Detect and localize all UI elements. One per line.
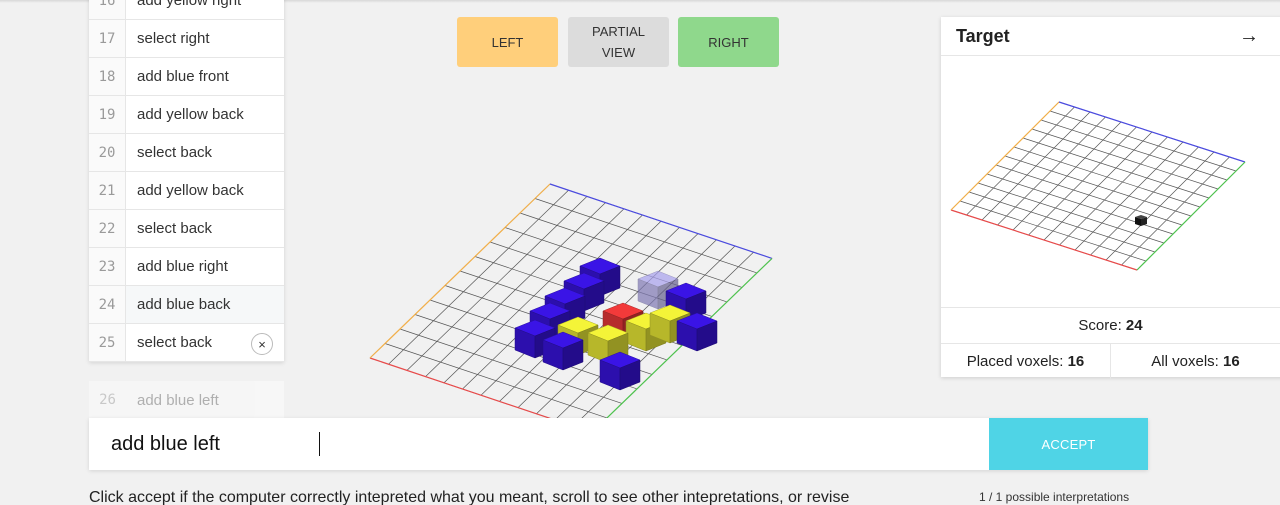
delete-icon[interactable]: × xyxy=(251,333,273,355)
grid-edge xyxy=(1058,101,1246,163)
history-item[interactable]: 24 add blue back xyxy=(89,286,284,324)
history-number: 20 xyxy=(89,134,126,171)
score-label: Score: xyxy=(1078,317,1122,334)
target-panel: Target → Score: 24 Placed voxels: 16 All… xyxy=(941,17,1280,379)
pending-history-item: 26 add blue left xyxy=(89,381,284,419)
history-text: select back xyxy=(137,220,213,237)
interpretations-count: 1 / 1 possible interpretations xyxy=(979,490,1130,504)
left-view-button[interactable]: LEFT xyxy=(457,17,558,67)
history-text: select back xyxy=(137,334,213,351)
history-number: 22 xyxy=(89,210,126,247)
history-item[interactable]: 20 select back xyxy=(89,134,284,172)
history-text: select back xyxy=(137,144,213,161)
accept-label: ACCEPT xyxy=(1041,436,1096,452)
history-text: add yellow back xyxy=(137,106,244,123)
history-item[interactable]: 18 add blue front xyxy=(89,58,284,96)
history-number: 23 xyxy=(89,248,126,285)
history-number: 18 xyxy=(89,58,126,95)
history-item[interactable]: 23 add blue right xyxy=(89,248,284,286)
grid-line xyxy=(1031,128,1219,190)
history-number: 16 xyxy=(89,0,126,19)
all-label: All voxels: xyxy=(1151,353,1219,370)
voxel-scene[interactable] xyxy=(360,170,870,420)
placed-label: Placed voxels: xyxy=(966,353,1064,370)
history-number: 19 xyxy=(89,96,126,133)
help-text: Click accept if the computer correctly i… xyxy=(89,489,850,505)
arrow-right-icon[interactable]: → xyxy=(1239,25,1259,48)
all-value: 16 xyxy=(1223,353,1240,370)
grid-edge xyxy=(950,209,1138,271)
target-header: Target → xyxy=(941,17,1280,56)
history-number: 24 xyxy=(89,286,126,323)
left-view-label: LEFT xyxy=(491,34,524,50)
grid-line xyxy=(1022,137,1210,199)
history-text: add blue right xyxy=(137,258,228,275)
history-text: add yellow back xyxy=(137,182,244,199)
grid-line xyxy=(519,212,743,288)
history-item[interactable]: 25 select back × xyxy=(89,324,284,362)
history-number: 21 xyxy=(89,172,126,209)
pending-text: add blue left xyxy=(137,391,219,409)
right-view-label: RIGHT xyxy=(708,34,749,50)
pending-number: 26 xyxy=(99,392,116,408)
voxel-counts: Placed voxels: 16 All voxels: 16 xyxy=(941,343,1280,379)
command-bar: ACCEPT xyxy=(89,418,1148,470)
placed-voxels: Placed voxels: 16 xyxy=(941,344,1111,379)
score-row: Score: 24 xyxy=(941,307,1280,343)
scene-voxels xyxy=(514,257,718,391)
partial-view-button[interactable]: PARTIAL VIEW xyxy=(568,17,669,67)
history-text: add blue back xyxy=(137,296,231,313)
partial-view-label-line2: VIEW xyxy=(601,45,636,60)
history-number: 25 xyxy=(89,324,126,361)
text-cursor xyxy=(319,432,320,456)
all-voxels: All voxels: 16 xyxy=(1111,344,1280,379)
grid-line xyxy=(1040,119,1228,181)
voxel xyxy=(542,331,584,371)
history-text: add yellow right xyxy=(137,0,242,9)
target-grid xyxy=(950,101,1246,271)
grid-line xyxy=(534,198,758,274)
history-item[interactable]: 21 add yellow back xyxy=(89,172,284,210)
voxel xyxy=(676,312,718,352)
history-item[interactable]: 22 select back xyxy=(89,210,284,248)
target-title: Target xyxy=(956,25,1010,46)
target-voxel xyxy=(1135,215,1147,226)
history-item[interactable]: 16 add yellow right xyxy=(89,0,284,20)
target-view xyxy=(950,101,1246,271)
history-text: add blue front xyxy=(137,68,229,85)
history-text: select right xyxy=(137,30,210,47)
accept-button[interactable]: ACCEPT xyxy=(989,418,1148,470)
right-view-button[interactable]: RIGHT xyxy=(678,17,779,67)
grid-line xyxy=(1049,110,1237,172)
score-value: 24 xyxy=(1125,317,1143,334)
command-history: 16 add yellow right 17 select right 18 add … xyxy=(89,0,284,362)
history-item[interactable]: 19 add yellow back xyxy=(89,96,284,134)
grid-line xyxy=(1004,155,1192,217)
voxel xyxy=(599,351,641,391)
history-number: 17 xyxy=(89,20,126,57)
grid-line xyxy=(1013,146,1201,208)
history-item[interactable]: 17 select right xyxy=(89,20,284,58)
placed-value: 16 xyxy=(1067,353,1085,370)
grid-edge xyxy=(549,183,773,259)
command-input[interactable] xyxy=(89,418,989,470)
partial-view-label-line1: PARTIAL xyxy=(592,24,645,39)
